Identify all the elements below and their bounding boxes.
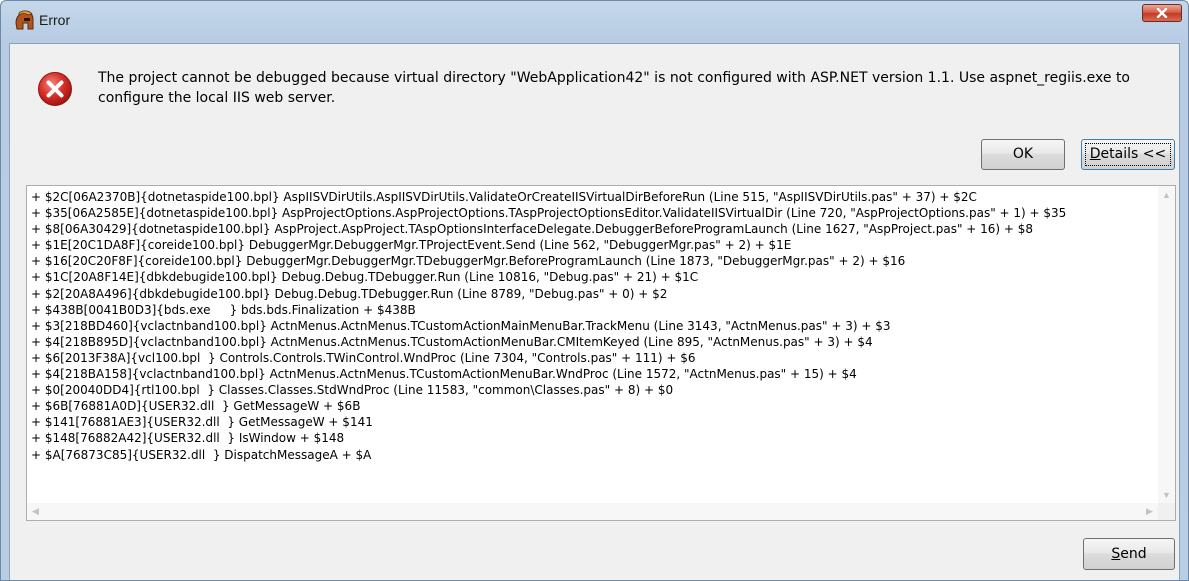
details-line: + $16[20C20F8F]{coreide100.bpl} Debugger… <box>31 254 906 269</box>
details-line: + $A[76873C85]{USER32.dll } DispatchMess… <box>31 447 372 462</box>
details-line: + $35[06A2585E]{dotnetaspide100.bpl} Asp… <box>31 206 1067 221</box>
scroll-right-arrow-icon[interactable]: ▶ <box>1141 503 1158 520</box>
horizontal-scrollbar[interactable]: ◀ ▶ <box>27 503 1158 520</box>
details-line: + $141[76881AE3]{USER32.dll } GetMessage… <box>31 415 373 430</box>
error-x-icon <box>38 72 72 106</box>
send-button[interactable]: Send <box>1083 538 1175 570</box>
scroll-up-arrow-icon[interactable]: ▲ <box>1158 186 1175 203</box>
ok-button-label: OK <box>1012 146 1034 162</box>
send-button-accelerator: S <box>1111 546 1121 562</box>
spartan-helmet-icon <box>15 10 34 30</box>
details-line: + $0[20040DD4]{rtl100.bpl } Classes.Clas… <box>31 383 674 398</box>
details-line: + $6[2013F38A]{vcl100.bpl } Controls.Con… <box>31 350 696 365</box>
dialog-client-area: The project cannot be debugged because v… <box>9 43 1180 580</box>
details-text-content: + $2C[06A2370B]{dotnetaspide100.bpl} Asp… <box>31 189 1151 501</box>
details-button[interactable]: Details << <box>1081 139 1175 170</box>
details-text-area[interactable]: + $2C[06A2370B]{dotnetaspide100.bpl} Asp… <box>26 185 1176 521</box>
close-button[interactable] <box>1142 4 1182 22</box>
focus-rectangle <box>1085 143 1171 166</box>
error-message: The project cannot be debugged because v… <box>98 70 1130 106</box>
details-line: + $2C[06A2370B]{dotnetaspide100.bpl} Asp… <box>31 190 977 204</box>
scroll-left-arrow-icon[interactable]: ◀ <box>27 503 44 520</box>
vertical-scrollbar[interactable]: ▲ ▼ <box>1158 186 1175 503</box>
scroll-down-arrow-icon[interactable]: ▼ <box>1158 486 1175 503</box>
send-button-label: end <box>1120 546 1147 562</box>
details-line: + $148[76882A42]{USER32.dll } IsWindow +… <box>31 431 345 446</box>
details-line: + $4[218BA158]{vclactnband100.bpl} ActnM… <box>31 367 857 382</box>
ok-button[interactable]: OK <box>981 139 1065 170</box>
details-line: + $2[20A8A496]{dbkdebugide100.bpl} Debug… <box>31 286 668 301</box>
close-icon <box>1156 8 1168 18</box>
details-line: + $3[218BD460]{vclactnband100.bpl} ActnM… <box>31 318 891 333</box>
details-line: + $8[06A30429]{dotnetaspide100.bpl} AspP… <box>31 222 1034 237</box>
details-line: + $1C[20A8F14E]{dbkdebugide100.bpl} Debu… <box>31 270 699 285</box>
error-dialog-window: Error The project cannot be debugged bec… <box>0 0 1189 581</box>
window-title: Error <box>39 12 71 28</box>
details-line: + $4[218B895D]{vclactnband100.bpl} ActnM… <box>31 334 873 349</box>
title-bar[interactable]: Error <box>1 1 1188 43</box>
details-line: + $438B[0041B0D3]{bds.exe } bds.bds.Fina… <box>31 302 416 317</box>
details-line: + $1E[20C1DA8F]{coreide100.bpl} Debugger… <box>31 238 792 253</box>
details-line: + $6B[76881A0D]{USER32.dll } GetMessageW… <box>31 399 361 414</box>
scrollbar-corner <box>1158 503 1175 520</box>
